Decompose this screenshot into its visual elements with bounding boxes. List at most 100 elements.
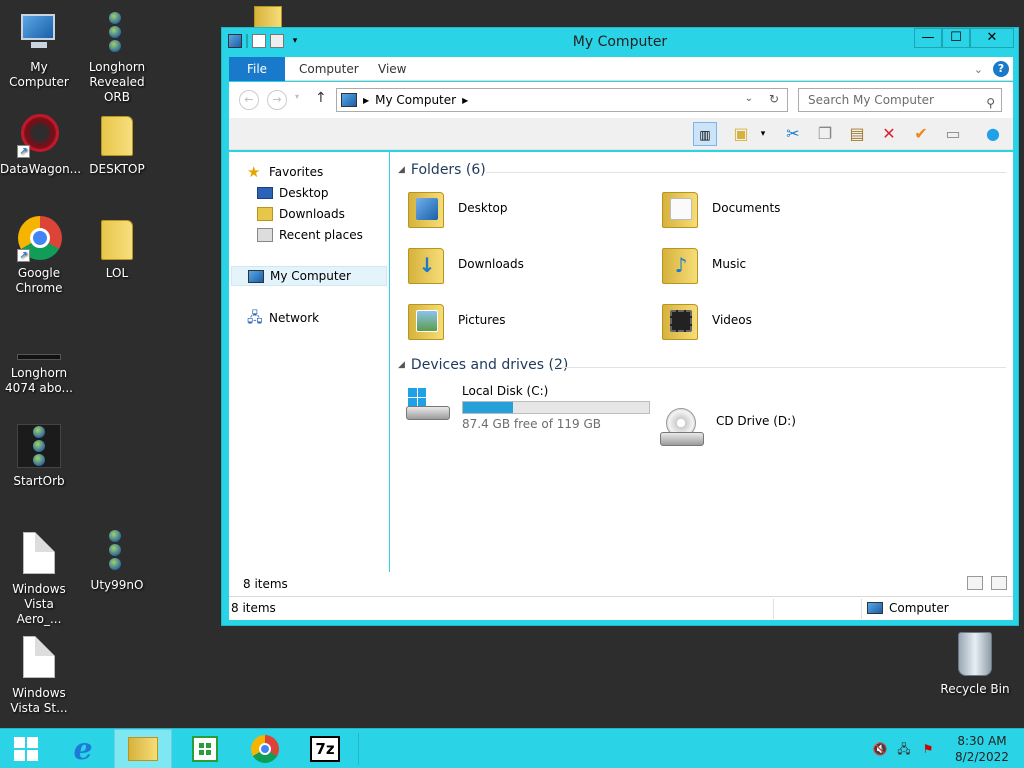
maximize-button[interactable]: ☐ xyxy=(942,28,970,48)
large-icons-view-icon[interactable] xyxy=(991,576,1007,590)
refresh-icon[interactable]: ↻ xyxy=(769,92,779,106)
taskbar-file-explorer[interactable] xyxy=(114,729,172,768)
tab-computer[interactable]: Computer xyxy=(287,57,371,81)
folder-downloads[interactable]: ↓ Downloads xyxy=(408,238,648,290)
nav-recent-places[interactable]: Recent places xyxy=(257,225,363,245)
folder-icon xyxy=(93,110,141,158)
delete-icon[interactable]: ✕ xyxy=(877,122,901,146)
folder-videos[interactable]: Videos xyxy=(662,294,902,346)
desktop-icon-windows-vista-aero[interactable]: Windows Vista Aero_... xyxy=(0,530,78,627)
computer-icon xyxy=(867,602,883,614)
start-button[interactable] xyxy=(0,729,52,768)
desktop-icon-label: DataWagon... xyxy=(0,162,82,176)
desktop-icon-datawagon[interactable]: ↗ DataWagon... xyxy=(0,110,82,177)
folder-desktop[interactable]: Desktop xyxy=(408,182,648,234)
chevron-down-icon[interactable]: ▾ xyxy=(757,122,769,146)
nav-favorites[interactable]: ★ Favorites xyxy=(247,162,323,182)
desktop-icon-desktop-folder[interactable]: DESKTOP xyxy=(78,110,156,177)
desktop-icon xyxy=(257,187,273,199)
collapse-icon[interactable]: ◢ xyxy=(398,165,405,175)
clock[interactable]: 8:30 AM 8/2/2022 xyxy=(952,733,1012,765)
drive-label: Local Disk (C:) xyxy=(462,384,549,398)
drive-cd-d[interactable]: CD Drive (D:) xyxy=(658,406,796,450)
action-center-icon[interactable]: ⚑ xyxy=(920,741,936,757)
title-bar[interactable]: ▾ My Computer — ☐ ✕ xyxy=(222,28,1018,56)
taskbar-internet-explorer[interactable]: e xyxy=(54,729,112,768)
drive-usage-bar xyxy=(462,401,650,414)
help-icon[interactable]: ? xyxy=(993,61,1009,77)
folder-documents[interactable]: Documents xyxy=(662,182,902,234)
chevron-down-icon[interactable]: ⌄ xyxy=(974,63,983,76)
folder-label: Pictures xyxy=(458,313,506,327)
desktop-icon-lol-folder[interactable]: LOL xyxy=(78,214,156,281)
tab-view[interactable]: View xyxy=(366,57,418,81)
group-header-folders[interactable]: ◢ Folders (6) xyxy=(398,162,486,178)
chevron-down-icon[interactable]: ▾ xyxy=(295,92,299,101)
group-header-drives[interactable]: ◢ Devices and drives (2) xyxy=(398,357,568,373)
nav-downloads[interactable]: Downloads xyxy=(257,204,345,224)
desktop-icon-longhorn-orb[interactable]: Longhorn Revealed ORB xyxy=(78,8,156,105)
chevron-right-icon[interactable]: ▶ xyxy=(363,96,369,105)
volume-muted-icon[interactable]: 🔇 xyxy=(872,741,888,757)
orb-icon xyxy=(15,422,63,470)
drive-local-disk-c[interactable]: Local Disk (C:) 87.4 GB free of 119 GB xyxy=(404,384,650,431)
breadcrumb[interactable]: My Computer xyxy=(375,93,456,107)
paste-icon[interactable]: ▤ xyxy=(845,122,869,146)
folder-music[interactable]: ♪ Music xyxy=(662,238,902,290)
nav-network[interactable]: 🖧 Network xyxy=(247,308,319,328)
clock-time: 8:30 AM xyxy=(957,734,1007,748)
properties-icon[interactable]: ▣ xyxy=(729,122,753,146)
desktop-icon-label: Google Chrome xyxy=(15,266,63,295)
rename-icon[interactable]: ▭ xyxy=(941,122,965,146)
network-icon: 🖧 xyxy=(247,310,263,326)
desktop-icon-google-chrome[interactable]: ↗ Google Chrome xyxy=(0,214,78,296)
chevron-right-icon[interactable]: ▶ xyxy=(462,96,468,105)
search-placeholder: Search My Computer xyxy=(808,93,934,107)
7zip-icon: 7z xyxy=(310,736,340,762)
computer-icon xyxy=(248,269,264,283)
forward-button[interactable]: → xyxy=(267,90,287,110)
divider xyxy=(556,367,1006,368)
minimize-button[interactable]: — xyxy=(914,28,942,48)
chevron-down-icon[interactable]: ⌄ xyxy=(745,93,753,104)
copy-icon[interactable]: ❐ xyxy=(813,122,837,146)
desktop-icon-uty99no[interactable]: Uty99nO xyxy=(78,526,156,593)
group-title: Folders (6) xyxy=(410,162,486,178)
close-button[interactable]: ✕ xyxy=(970,28,1014,48)
store-icon xyxy=(192,736,218,762)
nav-desktop[interactable]: Desktop xyxy=(257,183,329,203)
details-view-icon[interactable] xyxy=(967,576,983,590)
tab-file[interactable]: File xyxy=(229,57,285,81)
datawagon-icon: ↗ xyxy=(15,110,63,158)
search-input[interactable]: Search My Computer ⚲ xyxy=(798,88,1002,112)
desktop-icon-label: Longhorn 4074 abo... xyxy=(5,366,73,395)
desktop-icon-label: Windows Vista St... xyxy=(10,686,68,715)
up-button[interactable]: ↑ xyxy=(315,90,327,106)
collapse-icon[interactable]: ◢ xyxy=(398,360,405,370)
item-count: 8 items xyxy=(243,577,288,591)
globe-icon[interactable]: ● xyxy=(981,122,1005,146)
file-explorer-icon xyxy=(128,737,158,761)
taskbar-store[interactable] xyxy=(176,729,234,768)
preview-pane-icon[interactable]: ▥ xyxy=(693,122,717,146)
desktop-icon-label: StartOrb xyxy=(13,474,65,488)
documents-folder-icon xyxy=(662,186,698,230)
cut-icon[interactable]: ✂ xyxy=(781,122,805,146)
desktop-icon-my-computer[interactable]: My Computer xyxy=(0,8,78,90)
nav-label: Recent places xyxy=(279,228,363,242)
search-icon[interactable]: ⚲ xyxy=(986,92,995,114)
taskbar-7zip[interactable]: 7z xyxy=(296,729,354,768)
folder-pictures[interactable]: Pictures xyxy=(408,294,648,346)
taskbar-chrome[interactable] xyxy=(236,729,294,768)
desktop-icon-recycle-bin[interactable]: Recycle Bin xyxy=(940,632,1010,696)
desktop-icon-windows-vista-st[interactable]: Windows Vista St... xyxy=(0,634,78,716)
back-button[interactable]: ← xyxy=(239,90,259,110)
network-icon[interactable]: 🖧 xyxy=(896,741,912,757)
computer-icon xyxy=(15,8,63,56)
checkmark-icon[interactable]: ✔ xyxy=(909,122,933,146)
desktop-icon-startorb[interactable]: StartOrb xyxy=(0,422,78,489)
address-bar[interactable]: ▶ My Computer ▶ ⌄ ↻ xyxy=(336,88,788,112)
divider xyxy=(773,599,774,619)
nav-my-computer[interactable]: My Computer xyxy=(231,266,387,286)
desktop-icon-longhorn-4074[interactable]: Longhorn 4074 abo... xyxy=(0,340,78,396)
